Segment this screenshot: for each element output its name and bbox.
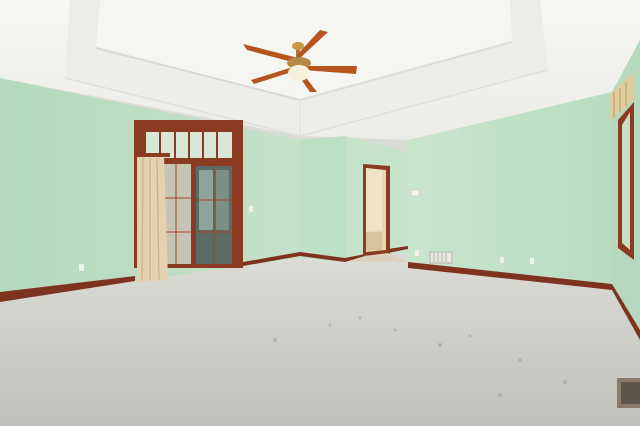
room-illustration <box>0 0 640 426</box>
floor-vent-corner <box>617 378 640 408</box>
wall-outlet <box>500 257 504 263</box>
wall-outlet <box>249 206 253 212</box>
wall-outlet <box>530 258 534 264</box>
room-photo <box>0 0 640 426</box>
thermostat <box>410 189 420 197</box>
hallway-doorway <box>363 164 390 256</box>
floor-vent <box>429 251 453 264</box>
center-wall <box>300 136 345 262</box>
wall-outlet <box>415 250 419 256</box>
wall-outlet <box>79 264 84 271</box>
